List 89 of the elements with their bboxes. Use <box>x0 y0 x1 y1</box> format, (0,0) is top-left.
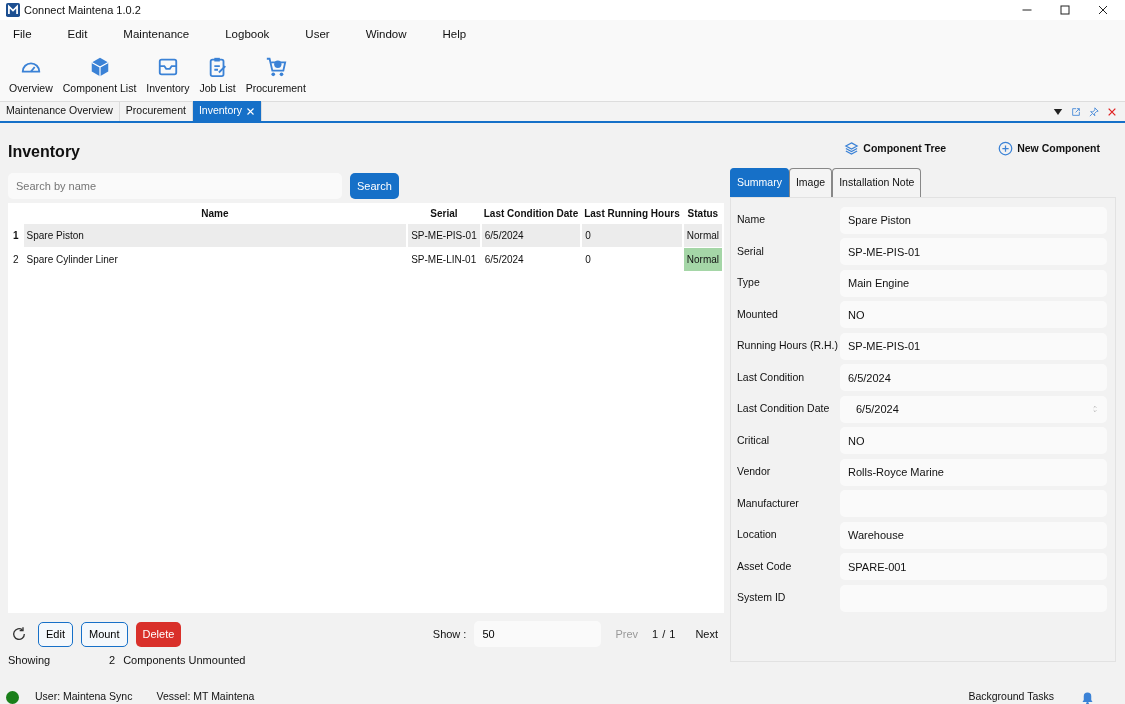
menu-item[interactable]: Logbook <box>225 26 270 44</box>
menu-item[interactable]: File <box>13 26 32 44</box>
vessel-label: Vessel: MT Maintena <box>156 689 255 704</box>
action-button[interactable]: Mount <box>80 621 128 647</box>
maximize-icon[interactable] <box>1059 4 1071 16</box>
plus-circle-icon <box>998 141 1014 157</box>
table-cell: 6/5/2024 <box>481 224 581 247</box>
page-number: 1 <box>652 626 659 642</box>
show-label: Show : <box>432 626 467 642</box>
toolbar-button[interactable]: Inventory <box>141 50 195 97</box>
toolbar-button[interactable]: Job List <box>194 50 241 97</box>
input-field[interactable]: SPARE-001 <box>840 553 1107 581</box>
header-action-button[interactable]: Component Tree <box>844 141 947 157</box>
search-button[interactable]: Search <box>350 173 399 199</box>
action-button[interactable]: Delete <box>135 621 182 647</box>
column-header[interactable]: Name <box>23 204 407 223</box>
field-label: Running Hours (R.H.) <box>737 338 839 354</box>
document-tab[interactable]: Procurement <box>119 101 193 121</box>
summary-text: Components Unmounted <box>123 653 246 668</box>
input-field[interactable]: SP-ME-PIS-01 <box>840 238 1107 266</box>
field-label: Location <box>737 527 778 543</box>
background-tasks-label: Background Tasks <box>968 689 1054 704</box>
page-title: Inventory <box>8 142 81 162</box>
refresh-icon[interactable] <box>11 626 27 642</box>
input-field[interactable]: Spare Piston <box>840 206 1107 234</box>
table-cell-text: 0 <box>584 253 592 267</box>
detail-tab[interactable]: Installation Note <box>832 167 922 197</box>
app-logo-icon <box>6 3 20 17</box>
toolbar-button[interactable]: Component List <box>57 50 142 97</box>
field-label: Asset Code <box>737 558 793 574</box>
pop-out-icon[interactable] <box>1071 107 1081 117</box>
page-separator: / <box>662 626 666 642</box>
cart-icon <box>264 56 287 78</box>
column-header[interactable]: Last Condition Date <box>481 204 581 223</box>
page-size-field[interactable]: 50 <box>474 621 602 647</box>
menu-item[interactable]: Window <box>365 26 407 44</box>
menu-item[interactable]: Edit <box>67 26 88 44</box>
table-cell: 0 <box>582 224 682 247</box>
input-field[interactable]: NO <box>840 301 1107 329</box>
close-icon[interactable] <box>1097 4 1109 16</box>
field-label: Type <box>737 275 761 291</box>
detail-tab[interactable]: Image <box>788 167 833 197</box>
toolbar-button[interactable]: Overview <box>4 50 58 97</box>
column-header[interactable]: Serial <box>408 204 480 223</box>
count-text: 2 <box>109 653 116 668</box>
column-header[interactable]: Status <box>683 204 722 223</box>
input-field[interactable]: 6/5/2024 <box>840 395 1107 423</box>
dropdown-icon[interactable] <box>1053 107 1063 117</box>
input-field[interactable]: Rolls-Royce Marine <box>840 458 1107 486</box>
window-title: Connect Maintena 1.0.2 <box>24 2 141 18</box>
document-tab[interactable]: Maintenance Overview <box>0 101 120 121</box>
action-button[interactable]: Edit <box>38 621 73 647</box>
menu-item[interactable]: User <box>305 26 330 44</box>
table-cell-text: 6/5/2024 <box>483 253 525 267</box>
field-label: Last Condition <box>737 369 806 385</box>
field-label: Name <box>737 212 766 228</box>
pin-icon[interactable] <box>1089 107 1099 117</box>
table-cell: SP-ME-PIS-01 <box>408 224 480 247</box>
layers-icon <box>844 141 860 157</box>
input-field[interactable]: SP-ME-PIS-01 <box>840 332 1107 360</box>
input-field[interactable]: NO <box>840 427 1107 455</box>
menu-item[interactable]: Maintenance <box>123 26 190 44</box>
user-label: User: Maintena Sync <box>35 689 133 704</box>
status-badge: Normal <box>683 248 722 271</box>
document-tab[interactable]: Inventory <box>192 101 263 121</box>
field-label: Critical <box>737 432 771 448</box>
table-cell-text: SP-ME-LIN-01 <box>410 253 478 267</box>
field-label: System ID <box>737 590 787 606</box>
table-cell-text: Spare Cylinder Liner <box>25 253 119 267</box>
field-label: Last Condition Date <box>737 401 831 417</box>
showing-label: Showing <box>8 653 52 668</box>
header-action-button[interactable]: New Component <box>998 141 1100 157</box>
input-field[interactable]: Warehouse <box>840 521 1107 549</box>
inbox-icon <box>156 56 179 78</box>
table-cell: Spare Piston <box>23 224 407 247</box>
toolbar-button[interactable]: Procurement <box>240 50 311 97</box>
search-field[interactable]: Search by name <box>8 173 342 199</box>
field-label: Mounted <box>737 306 779 322</box>
input-field[interactable]: 6/5/2024 <box>840 364 1107 392</box>
field-label: Serial <box>737 243 765 259</box>
status-badge: Normal <box>683 224 722 247</box>
next-link[interactable]: Next <box>695 625 718 643</box>
field-label: Manufacturer <box>737 495 800 511</box>
field-label: Vendor <box>737 464 772 480</box>
input-field[interactable]: Main Engine <box>840 269 1107 297</box>
column-header[interactable]: Last Running Hours <box>582 204 682 223</box>
detail-tab[interactable]: Summary <box>730 167 789 197</box>
menu-item[interactable]: Help <box>442 26 467 44</box>
page-count: 1 <box>669 626 676 642</box>
